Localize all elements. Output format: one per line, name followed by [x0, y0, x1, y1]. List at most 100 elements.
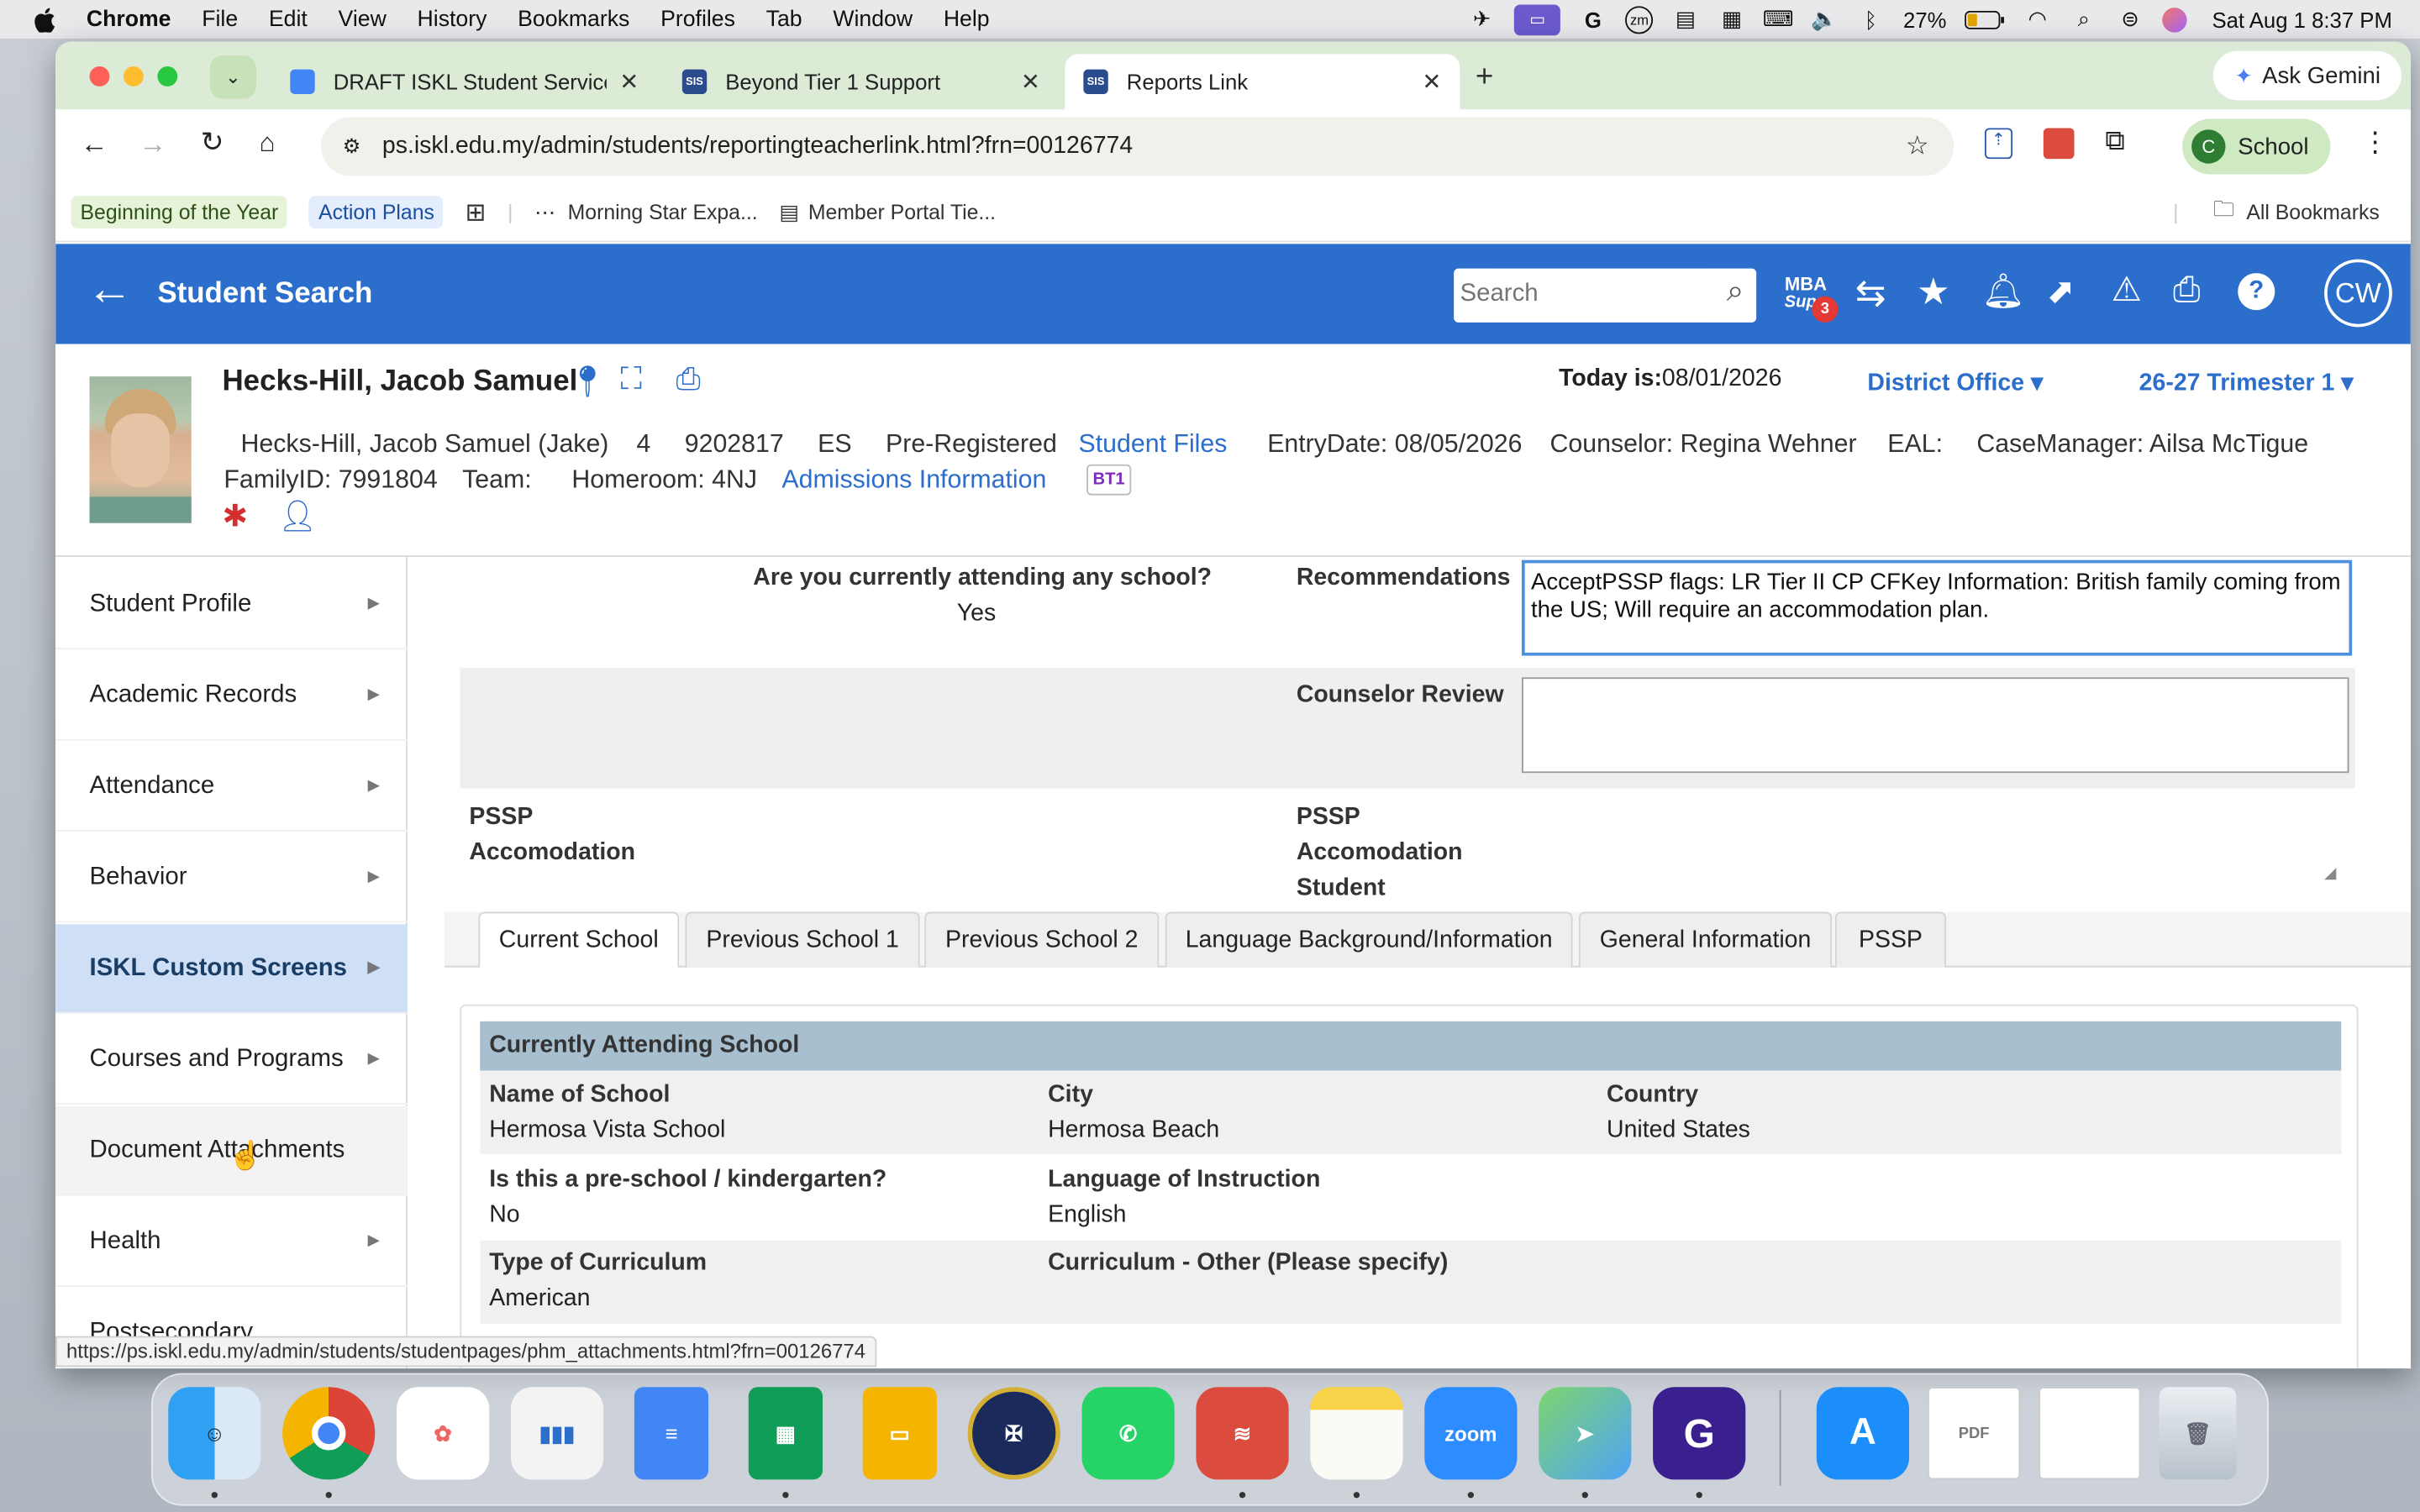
- notifications-bell-icon[interactable]: 🔔︎: [1981, 271, 2024, 312]
- window-close-button[interactable]: [89, 66, 110, 87]
- sidebar-item-academic-records[interactable]: Academic Records ▶: [55, 651, 408, 741]
- counselor-review-textarea[interactable]: [1521, 677, 2349, 774]
- menu-file[interactable]: File: [202, 7, 238, 31]
- notes-icon[interactable]: [1310, 1387, 1403, 1480]
- back-icon[interactable]: ←: [81, 128, 108, 160]
- sidebar-item-student-profile[interactable]: Student Profile ▶: [55, 560, 408, 650]
- menu-tab[interactable]: Tab: [766, 7, 802, 31]
- trash-icon[interactable]: 🗑︎: [2159, 1387, 2237, 1480]
- sidebar-item-health[interactable]: Health ▶: [55, 1197, 408, 1287]
- student-files-link[interactable]: Student Files: [1079, 430, 1228, 459]
- bookmark-morning-star[interactable]: ⋯ Morning Star Expa...: [534, 200, 758, 224]
- menu-edit[interactable]: Edit: [269, 7, 308, 31]
- favorites-star-icon[interactable]: ★: [1917, 270, 1950, 314]
- school-crest-icon[interactable]: ✠: [967, 1387, 1060, 1480]
- siri-icon[interactable]: [2162, 7, 2188, 32]
- stack-icon[interactable]: ▦: [1718, 6, 1746, 31]
- url-text[interactable]: ps.iskl.edu.my/admin/students/reportingt…: [382, 133, 1133, 160]
- tab-close-icon[interactable]: ✕: [1422, 68, 1441, 96]
- menu-window[interactable]: Window: [833, 7, 913, 31]
- tab-reports-link[interactable]: SIS Reports Link ✕: [1065, 54, 1460, 110]
- menu-profiles[interactable]: Profiles: [660, 7, 735, 31]
- home-icon[interactable]: ⌂: [260, 128, 276, 159]
- finder-icon[interactable]: ☺: [168, 1387, 261, 1480]
- user-avatar[interactable]: CW: [2324, 259, 2392, 328]
- menu-app-name[interactable]: Chrome: [87, 7, 171, 31]
- header-search-input[interactable]: [1454, 268, 1686, 320]
- alert-triangle-icon[interactable]: ⚠︎: [2112, 270, 2142, 310]
- user-lock-icon[interactable]: 👤︎: [278, 496, 318, 535]
- reload-icon[interactable]: ↻: [201, 127, 224, 160]
- google-sheets-icon[interactable]: ▦: [748, 1387, 823, 1480]
- subtab-language-background[interactable]: Language Background/Information: [1165, 911, 1573, 968]
- tab-search-button[interactable]: ⌄: [209, 55, 256, 99]
- term-select[interactable]: 26-27 Trimester 1 ▾: [2139, 369, 2354, 398]
- search-icon[interactable]: ⌕: [1727, 275, 1744, 310]
- menu-clock[interactable]: Sat Aug 1 8:37 PM: [2212, 7, 2391, 31]
- sidebar-item-attendance[interactable]: Attendance ▶: [55, 742, 408, 832]
- site-info-icon[interactable]: ⚙: [343, 134, 360, 159]
- medical-alert-icon[interactable]: ✱: [222, 496, 248, 535]
- screenshot-file-icon[interactable]: [2039, 1387, 2141, 1480]
- header-search[interactable]: ⌕: [1454, 268, 1757, 323]
- whatsapp-icon[interactable]: ✆: [1081, 1387, 1175, 1480]
- google-docs-icon[interactable]: ≡: [634, 1387, 709, 1480]
- wifi-icon[interactable]: ◠: [2023, 6, 2051, 31]
- app-store-icon[interactable]: A: [1816, 1387, 1909, 1480]
- external-link-icon[interactable]: ⬈: [2046, 271, 2075, 312]
- forward-icon[interactable]: →: [139, 128, 166, 160]
- window-minimize-button[interactable]: [123, 66, 144, 87]
- grammarly-icon[interactable]: G: [1579, 7, 1607, 31]
- zoom-icon[interactable]: zoom: [1424, 1387, 1518, 1480]
- mba-support-icon[interactable]: MBA Supp 3: [1778, 275, 1839, 323]
- keynote-icon[interactable]: ▮▮▮: [510, 1387, 604, 1480]
- back-arrow-icon[interactable]: ←: [87, 265, 133, 315]
- apps-grid-icon[interactable]: ⊞: [466, 197, 487, 228]
- profile-button[interactable]: C School: [2182, 118, 2331, 175]
- student-print-icon[interactable]: ⎙: [676, 363, 700, 398]
- subtab-previous-school-2[interactable]: Previous School 2: [924, 911, 1160, 968]
- chrome-icon[interactable]: [282, 1387, 376, 1480]
- screen-share-icon[interactable]: ▭: [1514, 3, 1561, 35]
- tab-beyond-tier1[interactable]: SIS Beyond Tier 1 Support ✕: [664, 54, 1059, 109]
- sidebar-item-document-attachments[interactable]: Document Attachments ☝: [55, 1105, 408, 1196]
- sidebar-item-courses-programs[interactable]: Courses and Programs ▶: [55, 1016, 408, 1105]
- new-tab-button[interactable]: +: [1476, 60, 1493, 96]
- resize-handle-icon[interactable]: ◢: [2324, 865, 2336, 882]
- subtab-current-school[interactable]: Current School: [478, 911, 680, 968]
- bookmark-beginning-of-year[interactable]: Beginning of the Year: [71, 196, 288, 228]
- family-tree-icon[interactable]: ⛶: [620, 363, 642, 398]
- zoom-menu-icon[interactable]: zm: [1625, 5, 1654, 34]
- menu-history[interactable]: History: [418, 7, 487, 31]
- control-center-icon[interactable]: ⊜: [2117, 6, 2144, 31]
- window-zoom-button[interactable]: [157, 66, 178, 87]
- admissions-link[interactable]: Admissions Information: [781, 465, 1046, 495]
- bt1-badge[interactable]: BT1: [1086, 464, 1132, 496]
- input-icon[interactable]: ⌨: [1763, 6, 1794, 31]
- extension-upload-icon[interactable]: ⇡: [1984, 128, 2013, 160]
- sidebar-item-behavior[interactable]: Behavior ▶: [55, 833, 408, 923]
- help-icon[interactable]: ?: [2238, 273, 2275, 311]
- address-bar[interactable]: ⚙ ps.iskl.edu.my/admin/students/reportin…: [321, 117, 1954, 176]
- tab-draft-iskl[interactable]: DRAFT ISKL Student Services ✕: [271, 54, 657, 109]
- extensions-puzzle-icon[interactable]: ⧉: [2105, 125, 2125, 158]
- subtab-previous-school-1[interactable]: Previous School 1: [685, 911, 920, 968]
- todoist-icon[interactable]: ≋: [1196, 1387, 1289, 1480]
- apple-icon[interactable]: [34, 7, 55, 32]
- chrome-menu-icon[interactable]: ⋮: [2361, 127, 2389, 160]
- subtab-general-information[interactable]: General Information: [1578, 911, 1833, 968]
- bookmark-action-plans[interactable]: Action Plans: [309, 196, 444, 228]
- print-icon[interactable]: ⎙: [2173, 270, 2200, 310]
- menu-view[interactable]: View: [339, 7, 387, 31]
- message-icon[interactable]: ▤: [1672, 6, 1700, 31]
- battery-icon[interactable]: [1965, 7, 2006, 31]
- pdf-document-icon[interactable]: PDF: [1928, 1387, 2021, 1480]
- volume-icon[interactable]: 🔈: [1811, 6, 1839, 31]
- grammarly-app-icon[interactable]: G: [1653, 1387, 1746, 1480]
- maps-icon[interactable]: ➤: [1539, 1387, 1632, 1480]
- bookmark-member-portal[interactable]: ▤ Member Portal Tie...: [779, 200, 996, 224]
- sidebar-item-iskl-custom-screens[interactable]: ISKL Custom Screens ▶: [55, 924, 408, 1014]
- bluetooth-icon[interactable]: ᛒ: [1857, 7, 1885, 31]
- subtab-pssp[interactable]: PSSP: [1834, 911, 1947, 968]
- google-slides-icon[interactable]: ▭: [862, 1387, 937, 1480]
